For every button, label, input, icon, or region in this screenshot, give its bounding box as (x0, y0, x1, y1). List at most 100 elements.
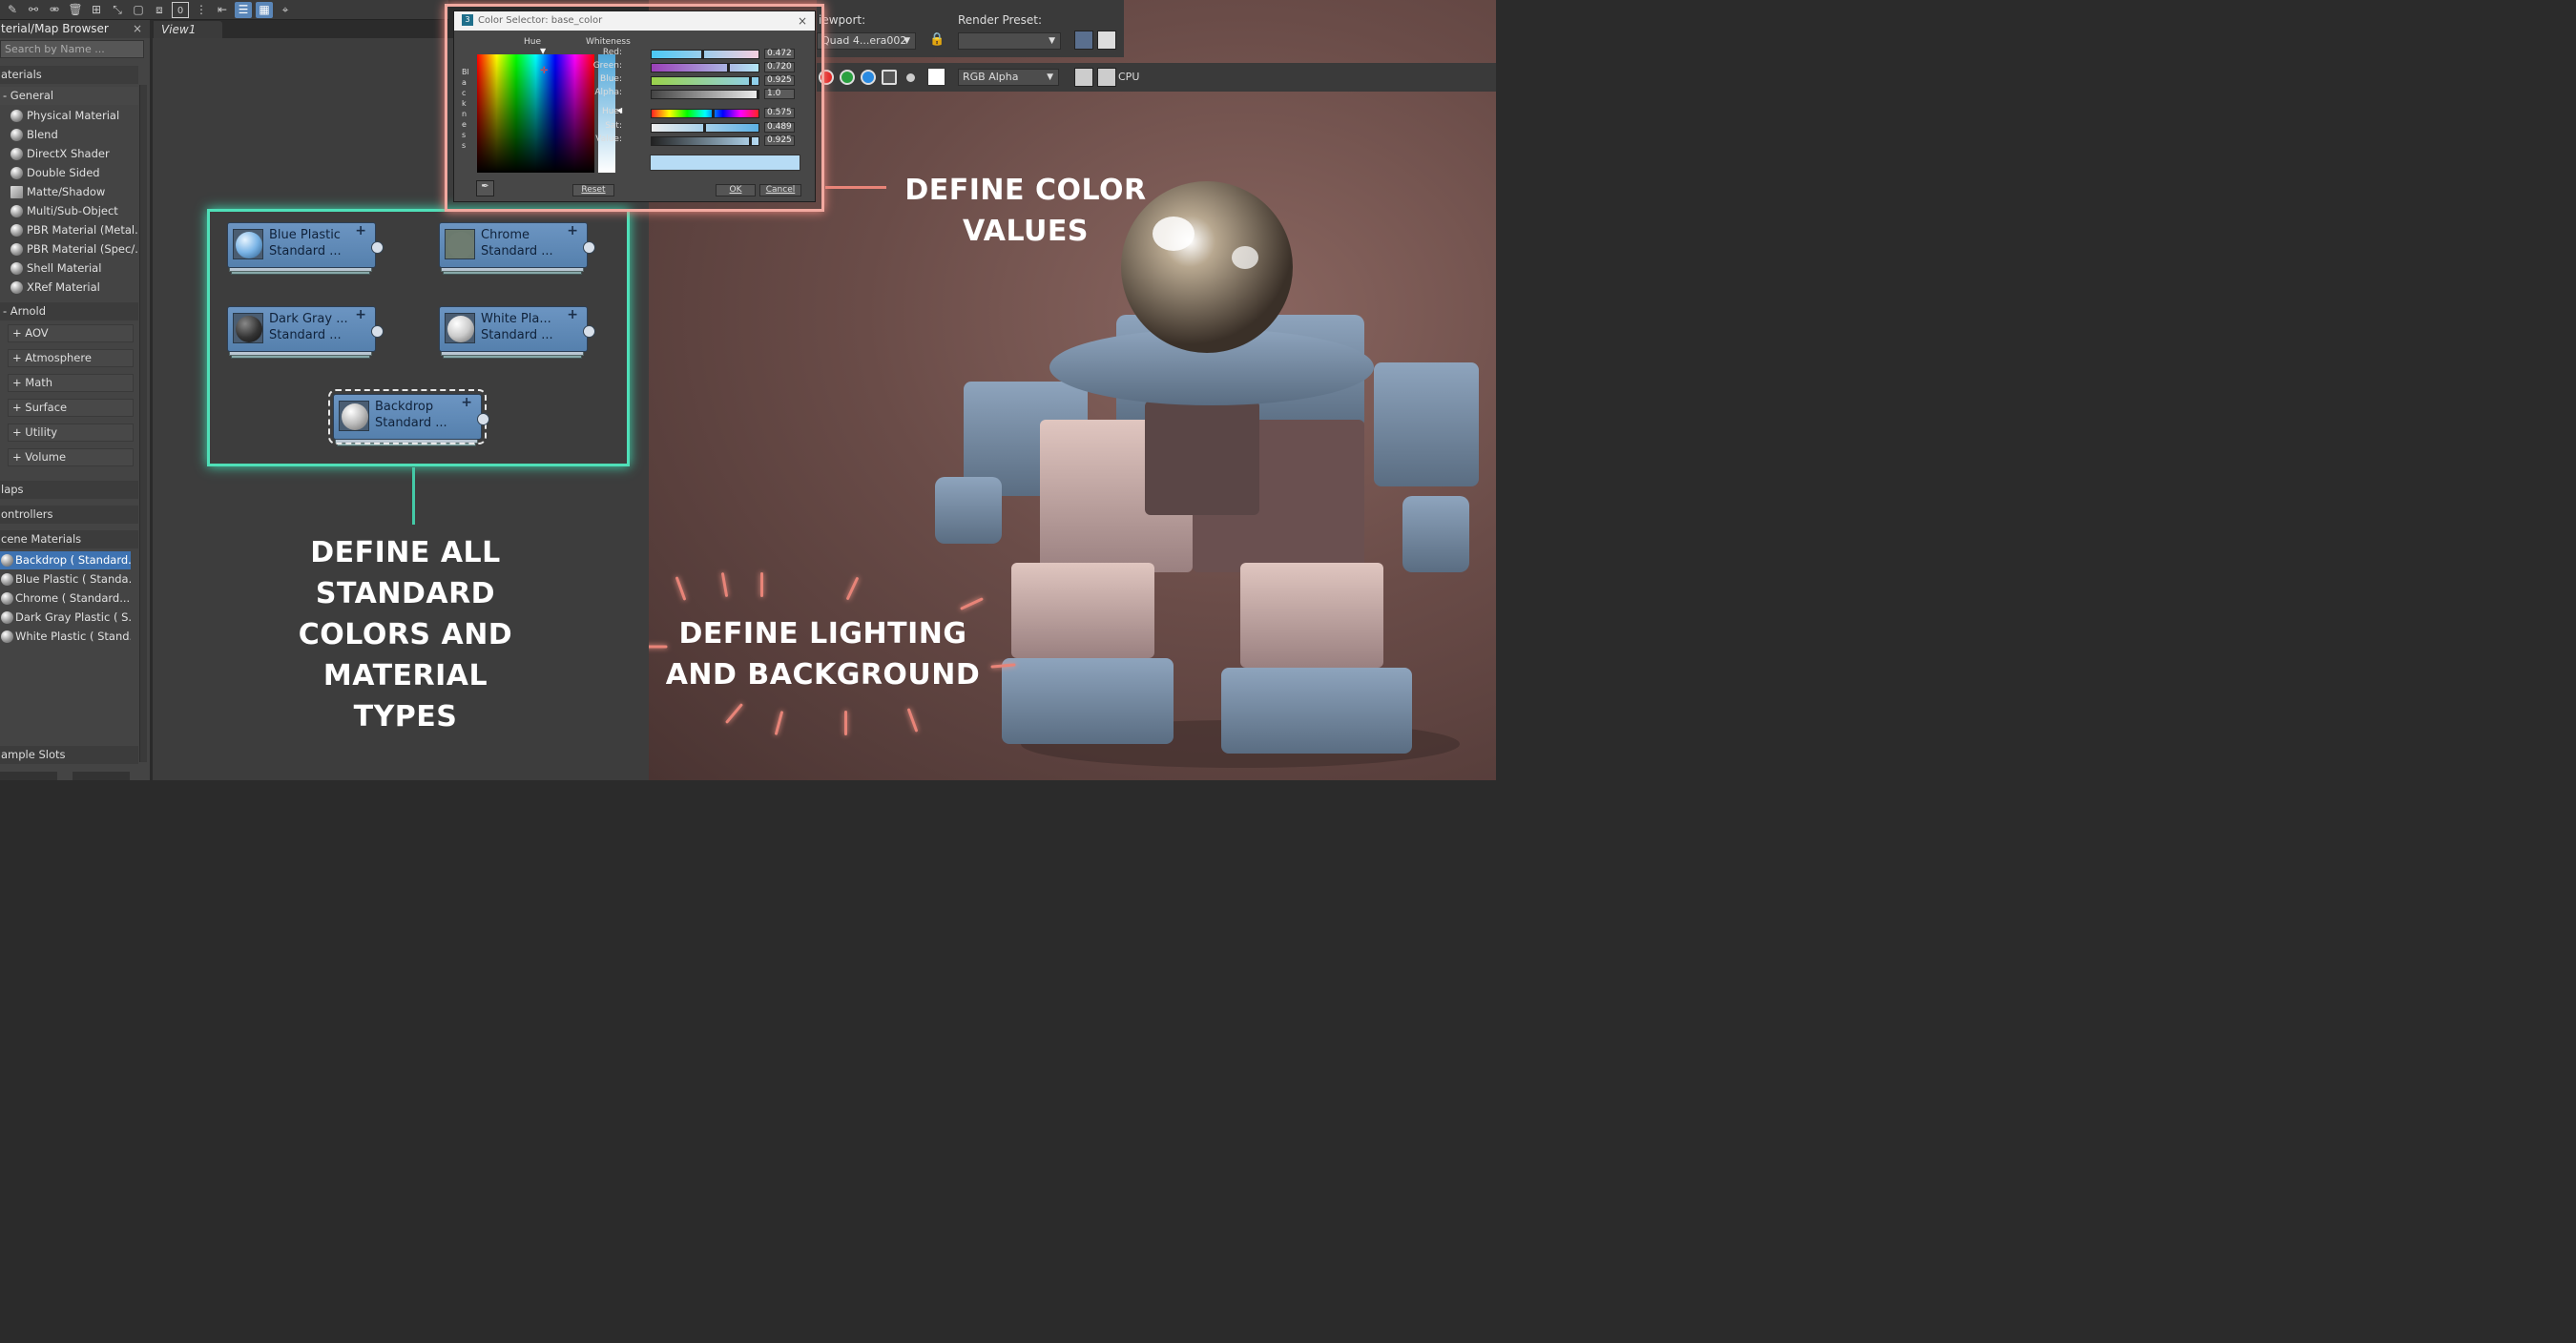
material-icon (10, 186, 23, 198)
color-slider[interactable] (651, 136, 759, 146)
slider-value-input[interactable]: 0.720 (764, 62, 795, 72)
color-slider[interactable] (651, 109, 759, 118)
save-image-icon[interactable] (1074, 68, 1093, 87)
arrange-icon[interactable]: ⇤ (214, 2, 231, 18)
list-item[interactable]: Dark Gray Plastic ( S... (0, 609, 131, 627)
scene-materials-header[interactable]: cene Materials (0, 530, 138, 548)
list-item[interactable]: Double Sided (8, 164, 137, 182)
list-item[interactable]: Backdrop ( Standard... (0, 551, 131, 569)
list-item[interactable]: White Plastic ( Stand... (0, 628, 131, 646)
callout-line: DEFINE LIGHTING (678, 617, 967, 651)
list-item[interactable]: Shell Material (8, 259, 137, 278)
copy-image-icon[interactable] (1097, 68, 1116, 87)
list-item[interactable]: PBR Material (Metal... (8, 221, 137, 239)
list-item[interactable]: XRef Material (8, 279, 137, 297)
slider-thumb[interactable] (727, 63, 730, 72)
list-item[interactable]: Multi/Sub-Object (8, 202, 137, 220)
slider-thumb[interactable] (749, 136, 752, 146)
arnold-category[interactable]: + Math (8, 374, 134, 392)
render-preset-dropdown[interactable]: ▼ (958, 32, 1061, 50)
color-slider[interactable] (651, 90, 759, 99)
callout-color: DEFINE COLOR VALUES (897, 170, 1154, 252)
hue-blackness-picker[interactable] (477, 54, 594, 173)
sample-slot[interactable] (73, 772, 130, 780)
color-slider[interactable] (651, 63, 759, 72)
arnold-category[interactable]: + AOV (8, 324, 134, 342)
close-icon[interactable]: × (798, 11, 807, 31)
list-item[interactable]: DirectX Shader (8, 145, 137, 163)
slider-thumb[interactable] (701, 50, 704, 59)
sample-slots-header[interactable]: ample Slots (0, 746, 138, 764)
materials-header[interactable]: aterials (0, 66, 138, 84)
green-channel-icon[interactable] (840, 70, 855, 85)
list-item[interactable]: Blue Plastic ( Standa... (0, 570, 131, 589)
list-item-label: Backdrop ( Standard... (15, 553, 131, 567)
reset-button[interactable]: Reset (572, 184, 614, 196)
channel-dropdown[interactable]: RGB Alpha ▼ (958, 69, 1059, 86)
slider-value-input[interactable]: 0.472 (764, 49, 795, 59)
unlink-icon[interactable]: ⚮ (46, 2, 63, 18)
materials-connector (412, 467, 415, 525)
lock-icon[interactable]: 🔒 (929, 32, 945, 47)
arnold-category[interactable]: + Surface (8, 399, 134, 417)
link-icon[interactable]: ⚯ (25, 2, 42, 18)
arnold-category[interactable]: + Utility (8, 424, 134, 442)
cancel-button[interactable]: Cancel (759, 184, 801, 196)
search-input[interactable]: Search by Name ... (0, 40, 144, 58)
viewport-dropdown[interactable]: Quad 4...era002 ▼ (817, 32, 916, 50)
alpha-channel-icon[interactable] (882, 70, 897, 85)
sample-slot[interactable] (0, 772, 57, 780)
color-slider[interactable] (651, 76, 759, 86)
render-setup-icon[interactable] (1074, 31, 1093, 50)
trash-icon[interactable]: 🗑 (67, 2, 84, 18)
list-item-label: PBR Material (Metal... (27, 223, 137, 237)
list-item[interactable]: Physical Material (8, 107, 137, 125)
list-item-label: DirectX Shader (27, 147, 110, 160)
maps-header[interactable]: laps (0, 481, 138, 499)
color-slider[interactable] (651, 50, 759, 59)
slider-value-input[interactable]: 0.925 (764, 135, 795, 146)
move-icon[interactable]: ⤡ (109, 2, 126, 18)
list-view-icon[interactable]: ☰ (235, 1, 252, 18)
ok-button[interactable]: OK (716, 184, 756, 196)
close-icon[interactable]: × (133, 20, 142, 38)
slider-value-input[interactable]: 0.575 (764, 108, 795, 118)
number-icon[interactable]: 0 (172, 1, 189, 18)
tab-view1[interactable]: View1 (154, 21, 222, 38)
list-item[interactable]: Matte/Shadow (8, 183, 137, 201)
select-icon[interactable]: ▢ (130, 2, 147, 18)
eyedropper-icon[interactable]: ✒ (476, 180, 494, 196)
arnold-header[interactable]: - Arnold (0, 302, 138, 320)
arnold-category[interactable]: + Volume (8, 448, 134, 466)
pencil-icon[interactable]: ✎ (4, 2, 21, 18)
slider-thumb[interactable] (712, 109, 715, 118)
general-header[interactable]: - General (0, 87, 138, 105)
slider-value-input[interactable]: 0.925 (764, 75, 795, 86)
browser-scrollbar[interactable] (139, 85, 147, 762)
callout-materials: DEFINE ALL STANDARD COLORS AND MATERIAL … (286, 532, 525, 737)
list-item[interactable]: Blend (8, 126, 137, 144)
grid-view-icon[interactable]: ▦ (256, 1, 273, 18)
split-icon[interactable]: ⋮ (193, 2, 210, 18)
list-item[interactable]: PBR Material (Spec/... (8, 240, 137, 258)
controllers-header[interactable]: ontrollers (0, 506, 138, 524)
material-icon (1, 554, 13, 567)
frame-icon[interactable]: ⧈ (151, 2, 168, 18)
slider-row: Hue: 0.575 (602, 107, 795, 119)
mono-icon[interactable] (906, 73, 915, 82)
crosshair-icon[interactable]: ✛ (540, 66, 548, 76)
color-slider[interactable] (651, 123, 759, 133)
slider-thumb[interactable] (757, 90, 759, 99)
render-frame-icon[interactable] (1097, 31, 1116, 50)
slider-thumb[interactable] (749, 76, 752, 86)
slider-value-input[interactable]: 0.489 (764, 122, 795, 133)
blue-channel-icon[interactable] (861, 70, 876, 85)
arnold-category[interactable]: + Atmosphere (8, 349, 134, 367)
background-swatch[interactable] (927, 68, 945, 86)
slider-thumb[interactable] (703, 123, 706, 133)
layout-icon[interactable]: ⊞ (88, 2, 105, 18)
list-item[interactable]: Chrome ( Standard... (0, 589, 131, 608)
pick-icon[interactable]: ⌖ (277, 2, 294, 18)
slider-value-input[interactable]: 1.0 (764, 89, 795, 99)
render-settings-bar: iewport: Quad 4...era002 ▼ 🔒 Render Prese… (817, 0, 1124, 57)
